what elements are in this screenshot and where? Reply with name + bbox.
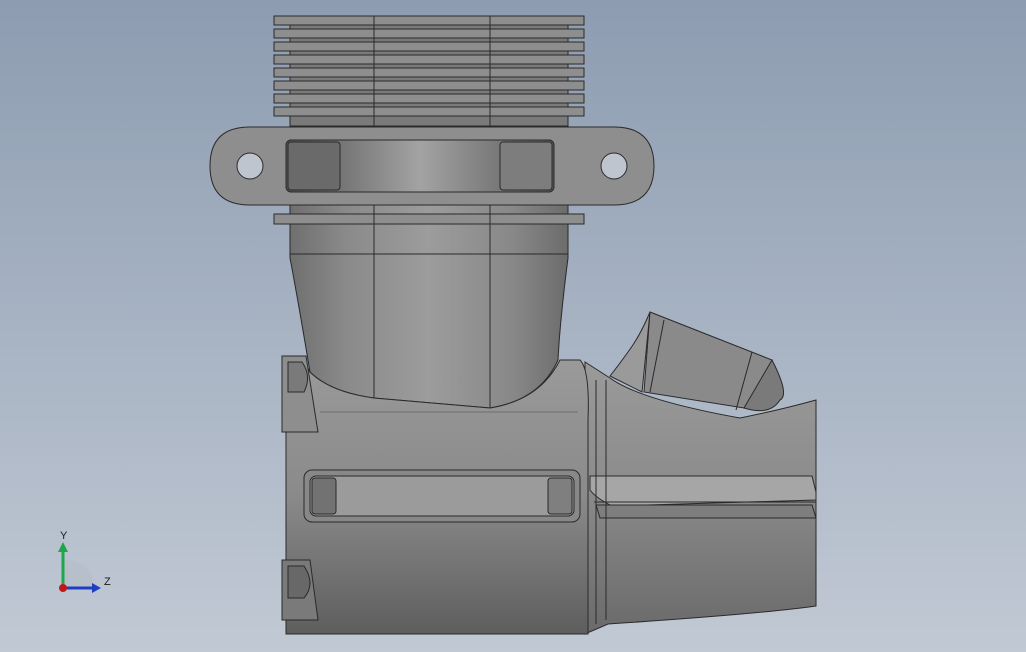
triad-origin bbox=[59, 584, 67, 592]
y-axis-label: Y bbox=[60, 530, 68, 542]
cylinder-mounting-flange[interactable] bbox=[209, 126, 655, 206]
z-axis-label: Z bbox=[104, 576, 111, 588]
flange-bolt-hole-right bbox=[600, 152, 628, 180]
cylinder-barrel[interactable] bbox=[273, 204, 585, 409]
graphics-viewport[interactable]: Y Z bbox=[0, 0, 1026, 652]
crankcase-rear-section[interactable] bbox=[584, 361, 817, 635]
cooling-fins[interactable] bbox=[273, 15, 585, 127]
engine-model[interactable] bbox=[0, 0, 1026, 652]
triad-plane-shading bbox=[63, 560, 94, 588]
flange-bolt-hole-left bbox=[236, 152, 264, 180]
view-orientation-triad: Y Z bbox=[52, 530, 122, 600]
